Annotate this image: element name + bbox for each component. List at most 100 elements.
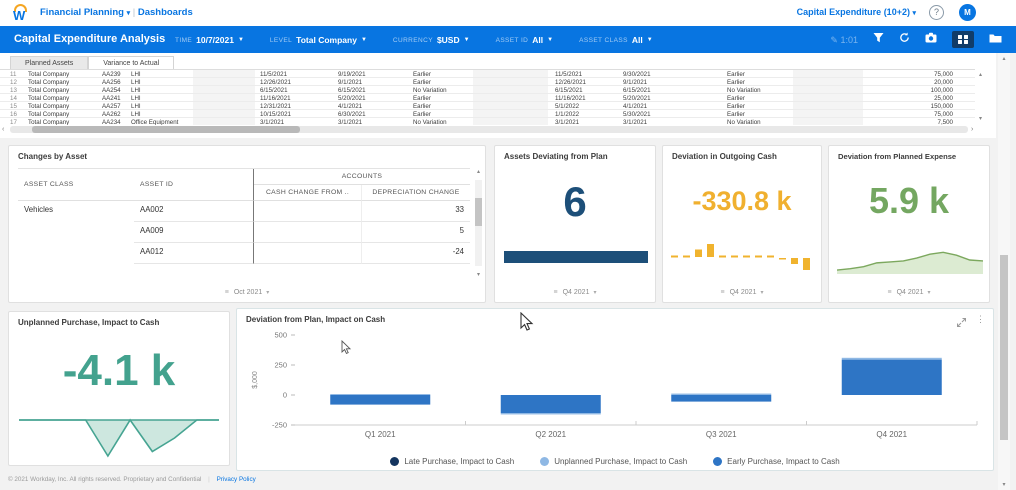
page-scrollbar[interactable]: ▴ ▾: [998, 53, 1010, 490]
cell-company: Total Company: [28, 103, 70, 110]
cell-actual_date: 6/30/2021: [338, 111, 366, 118]
legend-item[interactable]: Unplanned Purchase, Impact to Cash: [540, 457, 687, 466]
scroll-left-icon[interactable]: ‹: [2, 126, 4, 133]
breadcrumb-divider: |: [132, 7, 136, 18]
cell-cash-change[interactable]: [254, 222, 362, 243]
cell-depreciation-change[interactable]: -24: [362, 243, 470, 264]
cell-cash-change[interactable]: [254, 201, 362, 222]
legend-label: Unplanned Purchase, Impact to Cash: [554, 457, 688, 466]
cell-depreciation-change[interactable]: 33: [362, 201, 470, 222]
kpi-value: -330.8 k: [692, 186, 792, 216]
filter-currency[interactable]: CURRENCY $USD ▼: [393, 35, 470, 45]
table-row[interactable]: 15 Total Company AA257 LHI 12/31/2021 4/1/202…: [0, 102, 975, 110]
cell-num: 13: [10, 87, 17, 94]
cell-amount: 75,000: [934, 71, 953, 78]
scroll-right-icon[interactable]: ›: [971, 126, 973, 133]
dashboard-header: Capital Expenditure Analysis TIME 10/7/20…: [0, 26, 1016, 53]
cell-company: Total Company: [28, 119, 70, 125]
column-header-cash-change: CASH CHANGE FROM ..: [254, 185, 362, 201]
cell-variance: No Variation: [413, 87, 447, 94]
filter-value: Total Company: [296, 35, 357, 45]
breadcrumb-dashboards[interactable]: Dashboards: [138, 7, 193, 18]
workday-logo-icon[interactable]: W: [12, 4, 30, 23]
folder-icon[interactable]: [989, 32, 1002, 48]
table-row[interactable]: 17 Total Company AA234 Office Equipment 3/1/…: [0, 118, 975, 125]
tab-variance-to-actual[interactable]: Variance to Actual: [88, 56, 175, 70]
filter-level[interactable]: LEVEL Total Company ▼: [270, 35, 367, 45]
column-group-accounts: ACCOUNTS: [254, 169, 470, 185]
planned-expense-sparkline: [837, 251, 983, 274]
grid-view-button[interactable]: [952, 31, 974, 48]
privacy-policy-link[interactable]: Privacy Policy: [217, 476, 256, 483]
table-row[interactable]: 13 Total Company AA254 LHI 6/15/2021 6/15/202…: [0, 86, 975, 94]
horizontal-scrollbar[interactable]: [10, 126, 968, 133]
filter-asset-id[interactable]: ASSET ID All ▼: [496, 35, 554, 45]
period-icon: ≡: [224, 289, 229, 296]
card-title: Assets Deviating from Plan: [504, 152, 608, 161]
cell-actual_date2: 9/30/2021: [623, 71, 651, 78]
cell-plan_date2: 5/1/2022: [555, 103, 580, 110]
cell-asset-id[interactable]: AA012: [134, 243, 254, 264]
cell-variance: No Variation: [413, 119, 447, 125]
filter-time[interactable]: TIME 10/7/2021 ▼: [175, 35, 244, 45]
planned-expense-card: Deviation from Planned Expense 5.9 k ≡ Q4…: [828, 145, 990, 303]
filter-label: ASSET ID: [495, 36, 529, 44]
table-row[interactable]: 11 Total Company AA239 LHI 11/5/2021 9/19/202…: [0, 70, 975, 78]
legend-dot-icon: [713, 457, 723, 466]
legend-item[interactable]: Early Purchase, Impact to Cash: [713, 457, 840, 466]
filter-label: ASSET CLASS: [579, 36, 628, 44]
scroll-down-icon[interactable]: ▾: [998, 481, 1010, 488]
table-row[interactable]: 16 Total Company AA262 LHI 10/15/2021 6/30/20…: [0, 110, 975, 118]
legend-item[interactable]: Late Purchase, Impact to Cash: [390, 457, 514, 466]
filter-value: 10/7/2021: [196, 35, 234, 45]
cell-num: 12: [10, 79, 17, 86]
cell-depreciation-change[interactable]: 5: [362, 222, 470, 243]
table-row[interactable]: 14 Total Company AA241 LHI 11/16/2021 5/20/20…: [0, 94, 975, 102]
cell-variance2: Earlier: [727, 79, 745, 86]
filter-value: All: [631, 35, 643, 45]
edit-icon[interactable]: ✎ 1:01: [830, 32, 858, 48]
changes-scrollbar[interactable]: ▴ ▾: [473, 168, 484, 278]
grid-scroll-down-icon[interactable]: ▾: [979, 115, 982, 122]
cell-variance2: Earlier: [727, 103, 745, 110]
column-header-asset-class: ASSET CLASS: [18, 169, 134, 201]
cell-amount: 7,500: [937, 119, 953, 125]
cell-actual_date2: 5/30/2021: [623, 111, 651, 118]
app-menu-financial-planning[interactable]: Financial Planning ▾ | Dashboards: [40, 7, 193, 18]
legend-label: Early Purchase, Impact to Cash: [727, 457, 840, 466]
cell-asset_id: AA262: [102, 111, 121, 118]
cell-asset-id[interactable]: AA009: [134, 222, 254, 243]
period-selector[interactable]: ≡ Q4 2021 ▾: [495, 289, 655, 296]
period-selector[interactable]: ≡ Q4 2021 ▾: [663, 289, 821, 296]
scroll-up-icon[interactable]: ▴: [998, 55, 1010, 62]
filter-asset-class[interactable]: ASSET CLASS All ▼: [579, 35, 653, 45]
period-selector[interactable]: ≡ Q4 2021 ▾: [829, 289, 989, 296]
workspace-select[interactable]: Capital Expenditure (10+2) ▾: [797, 7, 916, 17]
refresh-icon[interactable]: [899, 32, 910, 48]
footer: © 2021 Workday, Inc. All rights reserved…: [8, 476, 256, 483]
deviation-chart-card: Deviation from Plan, Impact on Cash ⋮ 50…: [236, 308, 994, 471]
filter-icon[interactable]: [873, 32, 884, 48]
cell-variance: Earlier: [413, 71, 431, 78]
scroll-down-icon[interactable]: ▾: [473, 271, 484, 278]
page-title: Capital Expenditure Analysis: [14, 33, 166, 45]
table-row[interactable]: 12 Total Company AA256 LHI 12/26/2021 9/1/202…: [0, 78, 975, 86]
avatar[interactable]: M: [959, 4, 976, 21]
help-button[interactable]: ?: [929, 5, 944, 20]
period-selector[interactable]: ≡ Oct 2021 ▾: [9, 289, 485, 296]
grid-rows: 11 Total Company AA239 LHI 11/5/2021 9/19/202…: [0, 69, 975, 125]
camera-icon[interactable]: [925, 32, 937, 48]
cell-cash-change[interactable]: [254, 243, 362, 264]
tab-planned-assets[interactable]: Planned Assets: [10, 56, 89, 70]
kpi-value: -4.1 k: [62, 346, 176, 395]
outgoing-cash-card: Deviation in Outgoing Cash -330.8 k ≡ Q4 …: [662, 145, 822, 303]
filter-value: All: [532, 35, 544, 45]
cell-asset-id[interactable]: AA002: [134, 201, 254, 222]
scroll-up-icon[interactable]: ▴: [473, 168, 484, 175]
copyright-text: © 2021 Workday, Inc. All rights reserved…: [8, 476, 202, 483]
cell-actual_date: 4/1/2021: [338, 103, 363, 110]
cell-amount: 100,000: [930, 87, 953, 94]
cell-asset_class: LHI: [131, 95, 141, 102]
grid-scroll-up-icon[interactable]: ▴: [979, 71, 982, 78]
cell-actual_date2: 6/15/2021: [623, 87, 651, 94]
